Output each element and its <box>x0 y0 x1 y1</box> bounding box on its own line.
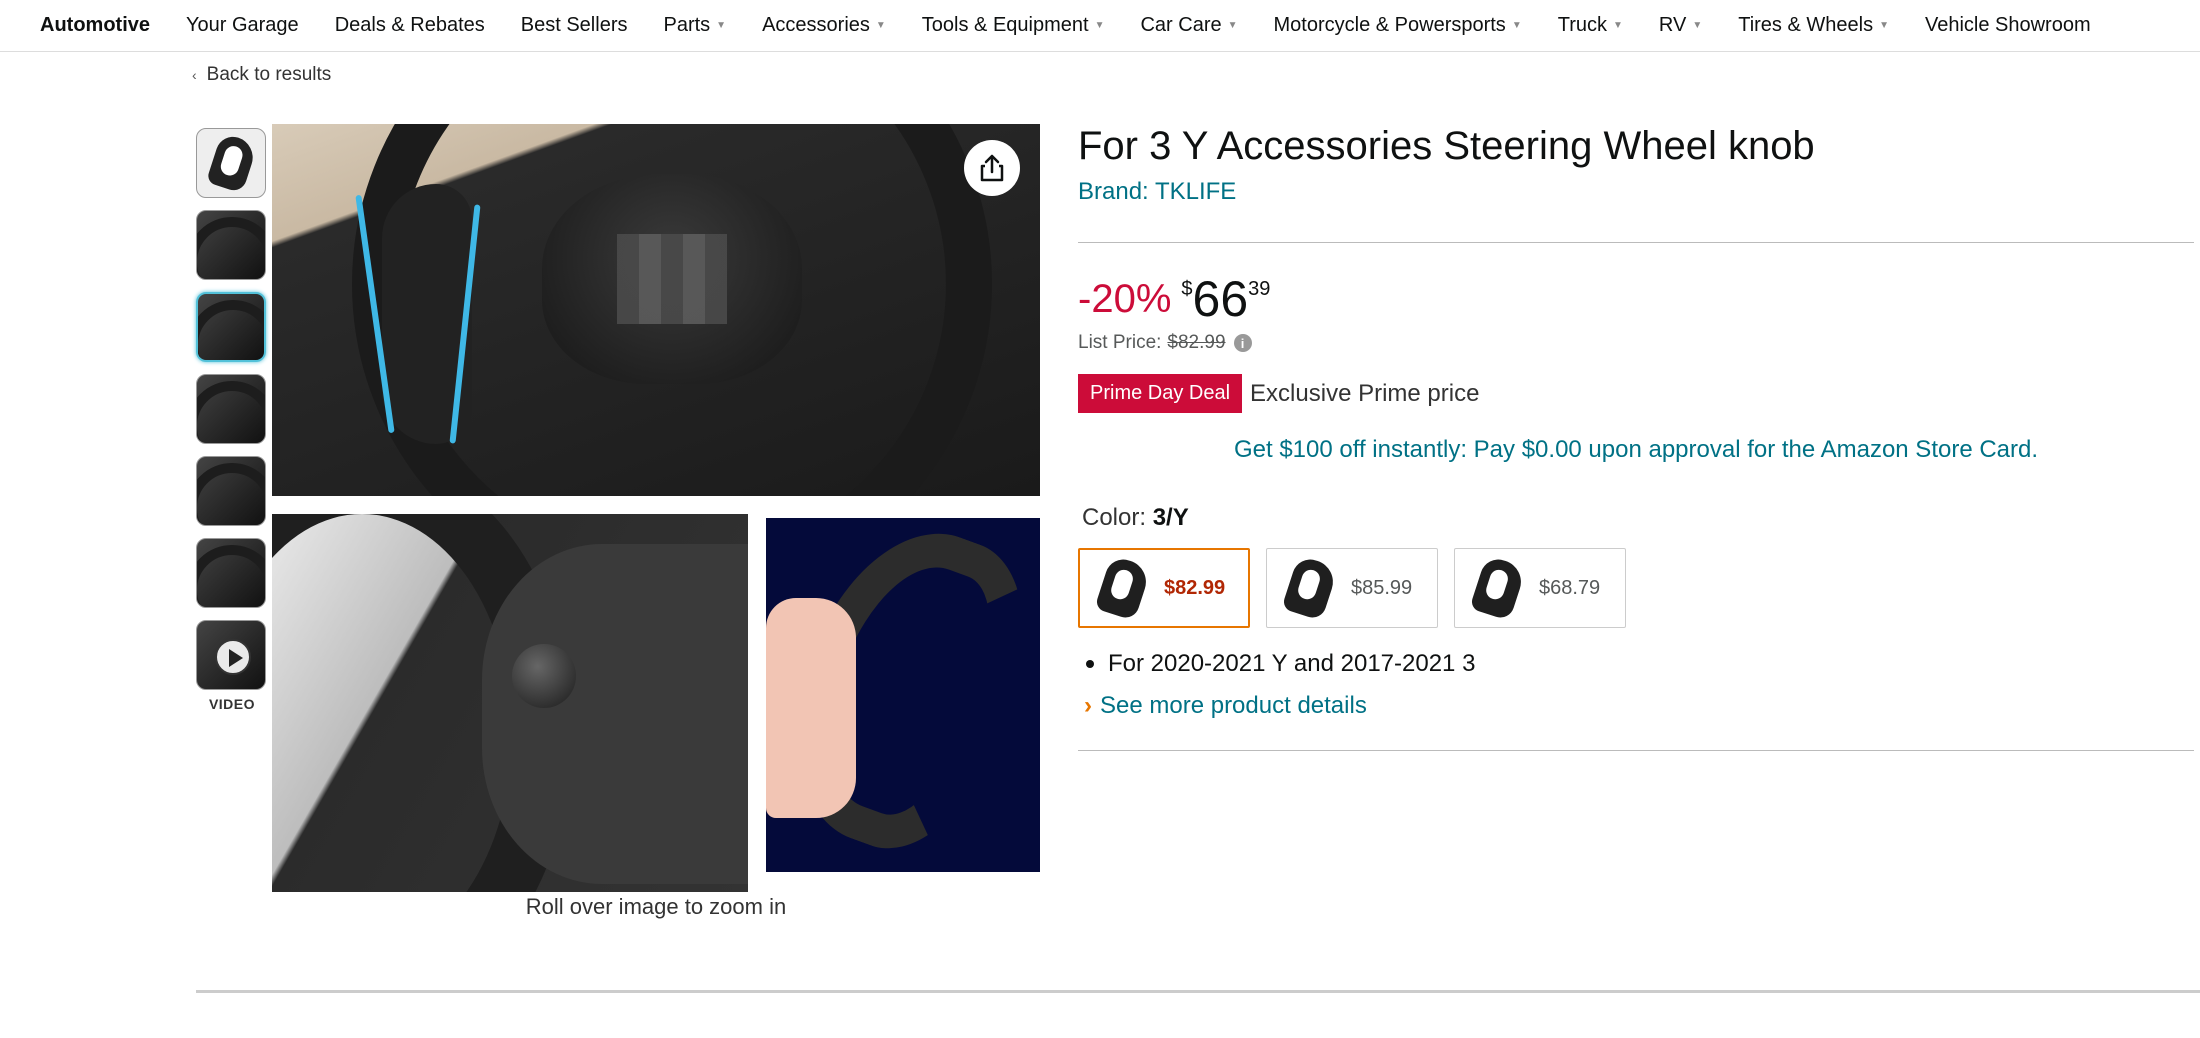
bullet-dot <box>1086 660 1094 668</box>
blurred-logo <box>617 234 727 324</box>
divider <box>1078 750 2194 751</box>
color-label: Color: 3/Y <box>1082 504 1189 531</box>
product-title: For 3 Y Accessories Steering Wheel knob <box>1078 124 1815 168</box>
caret-down-icon: ▼ <box>875 20 886 31</box>
top-nav: Automotive Your Garage Deals & Rebates B… <box>0 0 2200 52</box>
price-whole: 66 <box>1192 271 1249 327</box>
nav-item-tools-equipment[interactable]: Tools & Equipment ▼ <box>922 14 1105 37</box>
knob-image <box>205 132 259 194</box>
see-more-details-link[interactable]: › See more product details <box>1084 692 1367 720</box>
thumbnail-3[interactable] <box>196 292 266 362</box>
thumbnail-4[interactable] <box>196 374 266 444</box>
nav-item-truck[interactable]: Truck ▼ <box>1558 14 1623 37</box>
thumbnail-1[interactable] <box>196 128 266 198</box>
share-icon <box>980 154 1004 182</box>
brand-link[interactable]: Brand: TKLIFE <box>1078 178 1236 206</box>
nav-item-deals-rebates[interactable]: Deals & Rebates <box>335 14 485 37</box>
video-label: VIDEO <box>208 696 256 712</box>
thumbnail-5[interactable] <box>196 456 266 526</box>
currency-symbol: $ <box>1181 278 1193 300</box>
deal-text: Exclusive Prime price <box>1250 379 1480 407</box>
thumbnail-6[interactable] <box>196 538 266 608</box>
nav-item-motorcycle-powersports[interactable]: Motorcycle & Powersports ▼ <box>1274 14 1522 37</box>
list-price-value: $82.99 <box>1167 332 1226 353</box>
secondary-image-closeup[interactable] <box>272 514 748 892</box>
play-icon <box>215 639 251 675</box>
list-price: List Price: $82.99 i <box>1078 332 1252 354</box>
chevron-right-icon: › <box>1084 692 1092 719</box>
share-button[interactable] <box>964 140 1020 196</box>
color-swatches: $82.99 $85.99 $68.79 <box>1078 548 1642 628</box>
zoom-hint: Roll over image to zoom in <box>525 894 787 919</box>
section-divider <box>196 990 2200 993</box>
main-product-image[interactable] <box>272 124 1040 496</box>
divider <box>1078 242 2194 243</box>
thumbnail-strip: VIDEO <box>196 128 268 712</box>
swatch-thumbnail <box>1281 554 1339 622</box>
caret-down-icon: ▼ <box>1094 20 1105 31</box>
swatch-option-1[interactable]: $82.99 <box>1078 548 1250 628</box>
nav-item-car-care[interactable]: Car Care ▼ <box>1140 14 1237 37</box>
back-to-results-link[interactable]: ‹ Back to results <box>192 64 331 86</box>
nav-item-vehicle-showroom[interactable]: Vehicle Showroom <box>1925 14 2091 37</box>
nav-item-automotive[interactable]: Automotive <box>40 14 150 37</box>
deal-row: Prime Day Deal Exclusive Prime price <box>1078 374 1479 413</box>
nav-item-your-garage[interactable]: Your Garage <box>186 14 299 37</box>
caret-down-icon: ▼ <box>716 20 727 31</box>
thumbnail-video[interactable] <box>196 620 266 690</box>
nav-item-tires-wheels[interactable]: Tires & Wheels ▼ <box>1738 14 1889 37</box>
price-block: -20% $ 66 39 <box>1078 270 1270 328</box>
swatch-price: $85.99 <box>1351 576 1413 599</box>
caret-down-icon: ▼ <box>1692 20 1703 31</box>
secondary-image-hand[interactable] <box>766 518 1040 872</box>
nav-item-parts[interactable]: Parts ▼ <box>663 14 726 37</box>
store-card-promo[interactable]: Get $100 off instantly: Pay $0.00 upon a… <box>1078 436 2194 464</box>
swatch-option-2[interactable]: $85.99 <box>1266 548 1438 628</box>
nav-item-accessories[interactable]: Accessories ▼ <box>762 14 886 37</box>
discount-percent: -20% <box>1078 277 1172 321</box>
deal-badge: Prime Day Deal <box>1078 374 1243 413</box>
swatch-thumbnail <box>1094 554 1152 622</box>
chevron-left-icon: ‹ <box>192 67 197 83</box>
color-value: 3/Y <box>1152 504 1189 531</box>
caret-down-icon: ▼ <box>1612 20 1623 31</box>
swatch-price: $82.99 <box>1164 576 1226 599</box>
feature-bullet: For 2020-2021 Y and 2017-2021 3 <box>1086 650 1475 678</box>
thumbnail-2[interactable] <box>196 210 266 280</box>
swatch-thumbnail <box>1469 554 1527 622</box>
caret-down-icon: ▼ <box>1879 20 1889 31</box>
nav-item-rv[interactable]: RV ▼ <box>1659 14 1702 37</box>
caret-down-icon: ▼ <box>1511 20 1522 31</box>
nav-item-best-sellers[interactable]: Best Sellers <box>521 14 628 37</box>
price-fraction: 39 <box>1248 278 1271 300</box>
swatch-price: $68.79 <box>1539 576 1601 599</box>
caret-down-icon: ▼ <box>1227 20 1238 31</box>
swatch-option-3[interactable]: $68.79 <box>1454 548 1626 628</box>
info-icon[interactable]: i <box>1233 334 1252 352</box>
